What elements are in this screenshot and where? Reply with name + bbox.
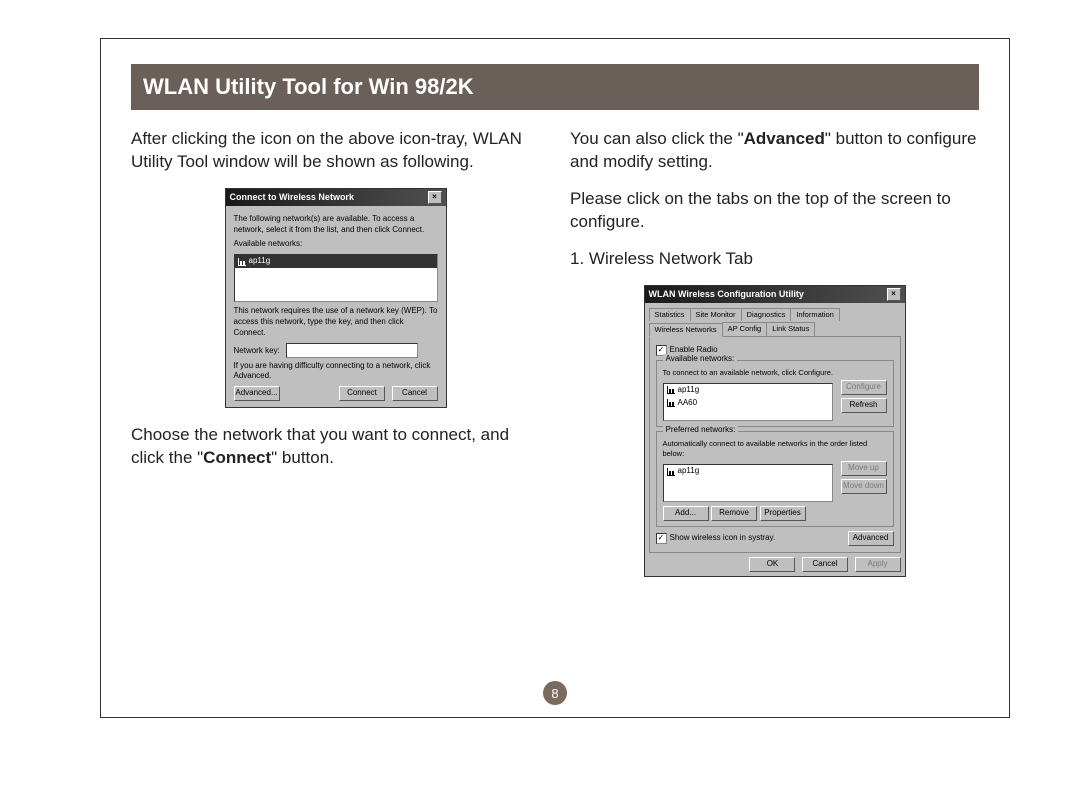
list-item[interactable]: AA60 [664, 397, 832, 410]
dialog-title-text: Connect to Wireless Network [230, 191, 354, 203]
right-column: You can also click the "Advanced" button… [570, 128, 979, 593]
configure-button[interactable]: Configure [841, 380, 887, 395]
right-paragraph-2: Please click on the tabs on the top of t… [570, 188, 979, 234]
utility-title-text: WLAN Wireless Configuration Utility [649, 288, 804, 300]
network-name: ap11g [678, 385, 700, 396]
list-item[interactable]: ap11g [664, 384, 832, 397]
rp1-bold: Advanced [744, 129, 825, 148]
dialog-hint-2: This network requires the use of a netwo… [234, 306, 438, 338]
connect-button[interactable]: Connect [339, 386, 385, 401]
dialog-bottom-buttons: OK Cancel Apply [649, 557, 901, 572]
two-column-layout: After clicking the icon on the above ico… [131, 128, 979, 593]
left-column: After clicking the icon on the above ico… [131, 128, 540, 593]
tab-statistics[interactable]: Statistics [649, 308, 691, 321]
properties-button[interactable]: Properties [760, 506, 806, 521]
available-list[interactable]: ap11g AA60 [663, 383, 833, 421]
tab-information[interactable]: Information [790, 308, 840, 321]
preferred-list[interactable]: ap11g [663, 464, 833, 502]
left-paragraph-2: Choose the network that you want to conn… [131, 424, 540, 470]
show-systray-label: Show wireless icon in systray. [670, 533, 776, 544]
refresh-button[interactable]: Refresh [841, 398, 887, 413]
signal-icon [667, 386, 675, 394]
dialog-body: The following network(s) are available. … [226, 206, 446, 407]
show-systray-checkbox[interactable]: ✓ Show wireless icon in systray. [656, 533, 776, 544]
available-networks-label: Available networks: [234, 239, 438, 250]
preferred-networks-group: Preferred networks: Automatically connec… [656, 431, 894, 527]
move-down-button[interactable]: Move down [841, 479, 887, 494]
signal-icon [238, 258, 246, 266]
dialog-titlebar: Connect to Wireless Network × [226, 189, 446, 206]
tab-panel: ✓ Enable Radio Available networks: To co… [649, 336, 901, 553]
available-hint: To connect to an available network, clic… [663, 368, 887, 378]
cancel-button[interactable]: Cancel [802, 557, 848, 572]
remove-button[interactable]: Remove [711, 506, 757, 521]
apply-button[interactable]: Apply [855, 557, 901, 572]
close-icon[interactable]: × [887, 288, 901, 301]
tab-diagnostics[interactable]: Diagnostics [741, 308, 792, 321]
tab-ap-config[interactable]: AP Config [722, 322, 768, 336]
page-title: WLAN Utility Tool for Win 98/2K [131, 64, 979, 110]
tab-site-monitor[interactable]: Site Monitor [690, 308, 742, 321]
network-name: AA60 [678, 398, 698, 409]
tab-wireless-networks[interactable]: Wireless Networks [649, 323, 723, 337]
network-key-input[interactable] [286, 343, 418, 358]
preferred-hint: Automatically connect to available netwo… [663, 439, 887, 459]
preferred-group-label: Preferred networks: [663, 425, 739, 436]
right-heading-1: 1. Wireless Network Tab [570, 248, 979, 271]
p2-text-c: " button. [271, 448, 334, 467]
network-item-selected[interactable]: ap11g [235, 255, 437, 268]
available-networks-list[interactable]: ap11g [234, 254, 438, 302]
network-name: ap11g [249, 256, 271, 267]
page-number: 8 [543, 681, 567, 705]
advanced-button[interactable]: Advanced... [234, 386, 280, 401]
list-item[interactable]: ap11g [664, 465, 832, 478]
signal-icon [667, 468, 675, 476]
add-button[interactable]: Add... [663, 506, 709, 521]
utility-titlebar: WLAN Wireless Configuration Utility × [645, 286, 905, 303]
network-key-label: Network key: [234, 346, 280, 355]
tab-bar: Statistics Site Monitor Diagnostics Info… [649, 307, 901, 336]
ok-button[interactable]: OK [749, 557, 795, 572]
cancel-button[interactable]: Cancel [392, 386, 438, 401]
screenshot-config-utility: WLAN Wireless Configuration Utility × St… [644, 285, 906, 577]
utility-body: Statistics Site Monitor Diagnostics Info… [645, 303, 905, 576]
manual-page: WLAN Utility Tool for Win 98/2K After cl… [100, 38, 1010, 718]
p2-bold: Connect [203, 448, 271, 467]
available-networks-group: Available networks: To connect to an ava… [656, 360, 894, 427]
left-paragraph-1: After clicking the icon on the above ico… [131, 128, 540, 174]
dialog-hint-1: The following network(s) are available. … [234, 214, 438, 236]
right-paragraph-1: You can also click the "Advanced" button… [570, 128, 979, 174]
rp1-a: You can also click the " [570, 129, 744, 148]
move-up-button[interactable]: Move up [841, 461, 887, 476]
signal-icon [667, 399, 675, 407]
dialog-hint-3: If you are having difficulty connecting … [234, 361, 438, 383]
available-group-label: Available networks: [663, 354, 738, 365]
tab-link-status[interactable]: Link Status [766, 322, 815, 336]
close-icon[interactable]: × [428, 191, 442, 204]
network-key-row: Network key: [234, 343, 438, 358]
checkbox-icon: ✓ [656, 533, 667, 544]
advanced-button[interactable]: Advanced [848, 531, 894, 546]
network-name: ap11g [678, 466, 700, 477]
screenshot-connect-dialog: Connect to Wireless Network × The follow… [225, 188, 447, 408]
